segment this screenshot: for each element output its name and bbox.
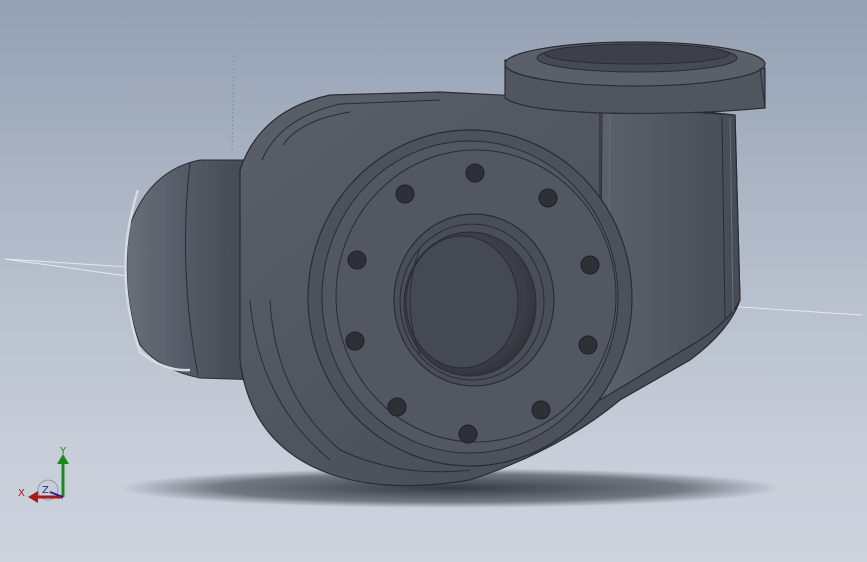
coordinate-triad: X Y Z [18,446,69,503]
bolt-hole [395,184,415,204]
reference-axis-vertical [231,51,235,151]
bolt-hole [465,163,485,183]
triad-x-arrow [28,491,38,503]
3d-graphics-viewport[interactable]: X Y Z [0,0,867,562]
bolt-hole [578,335,598,355]
bolt-hole [580,255,600,275]
triad-y-label: Y [59,446,67,457]
bolt-hole [458,424,478,444]
central-bore[interactable] [393,213,555,387]
bolt-hole [531,400,551,420]
top-outlet-flange[interactable] [504,41,766,115]
triad-z-label: Z [42,485,49,496]
bolt-hole [345,331,365,351]
bolt-hole [538,188,558,208]
model-scene[interactable]: X Y Z [0,0,867,562]
bolt-hole [387,397,407,417]
triad-x-label: X [18,488,25,499]
bolt-hole [347,250,367,270]
